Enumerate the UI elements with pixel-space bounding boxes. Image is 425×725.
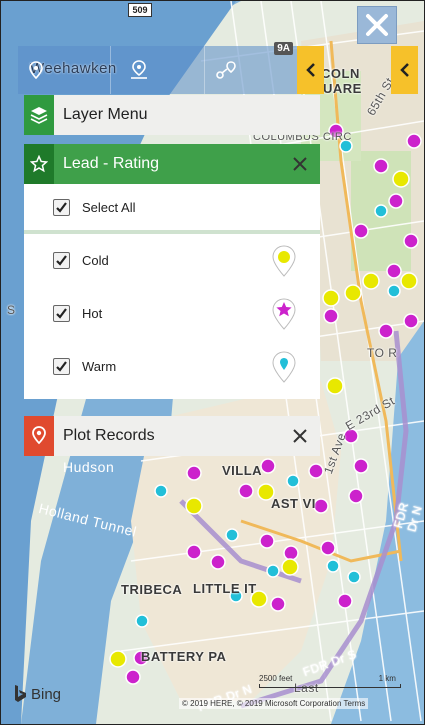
right-collapse-tab[interactable] — [391, 46, 418, 94]
route-icon — [216, 61, 236, 79]
map-label-uare: UARE — [323, 81, 362, 96]
layer-menu-header[interactable]: Layer Menu — [24, 95, 320, 135]
rating-row-warm[interactable]: Warm — [24, 340, 320, 393]
layers-icon — [24, 95, 54, 135]
route-shield-9a: 9A — [274, 42, 293, 55]
close-icon — [366, 14, 388, 36]
plot-pin-icon — [24, 416, 54, 456]
close-icon — [293, 157, 307, 171]
layer-menu-panel: Layer Menu — [24, 95, 320, 135]
lead-rating-body: Select All Cold Hot Warm — [24, 184, 320, 399]
location-pin-icon — [29, 61, 43, 79]
select-all-checkbox[interactable] — [53, 198, 70, 216]
map-label-hudson: Hudson — [63, 459, 115, 475]
map-attribution: © 2019 HERE, © 2019 Microsoft Corporatio… — [179, 698, 369, 709]
place-marker-icon — [131, 60, 148, 79]
tool-route-button[interactable]: 9A — [205, 42, 297, 94]
close-map-button[interactable] — [357, 6, 397, 44]
hot-label: Hot — [82, 306, 103, 321]
map-frame: BATTERY PA Hudson Holland Tunnel TRIBECA… — [0, 0, 425, 725]
lead-rating-panel: Lead - Rating Select All Cold Hot Warm — [24, 144, 320, 399]
tool-place-button[interactable] — [111, 46, 205, 94]
plot-records-title: Plot Records — [63, 427, 155, 444]
select-all-row[interactable]: Select All — [24, 184, 320, 234]
rating-row-cold[interactable]: Cold — [24, 234, 320, 287]
chevron-left-icon — [305, 63, 315, 77]
lead-rating-header: Lead - Rating — [24, 144, 320, 184]
bing-text: Bing — [31, 685, 62, 703]
hot-checkbox[interactable] — [53, 305, 70, 322]
map-label-east-village: AST VI — [271, 496, 316, 511]
cold-label: Cold — [82, 253, 109, 268]
map-label-battery-park: BATTERY PA — [141, 649, 227, 664]
scale-bar — [259, 684, 401, 688]
select-all-label: Select All — [82, 199, 136, 215]
map-label-coln: COLN — [321, 66, 360, 81]
map-toolbar: Weehawken 9A — [18, 42, 297, 94]
star-outline-icon — [24, 144, 54, 184]
rating-row-hot[interactable]: Hot — [24, 287, 320, 340]
map-route-shield: 509 — [128, 3, 152, 17]
map-label-villa: VILLA — [222, 463, 263, 478]
map-label-s-fragment: S — [7, 303, 16, 317]
lead-rating-close-button[interactable] — [280, 144, 320, 184]
plot-records-header[interactable]: Plot Records — [24, 416, 320, 456]
close-icon — [293, 429, 307, 443]
scale-km: 1 km — [378, 674, 396, 683]
warm-pin-icon — [272, 351, 296, 383]
check-icon — [56, 255, 67, 266]
chevron-left-icon — [399, 63, 409, 77]
plot-records-close-button[interactable] — [280, 416, 320, 456]
cold-pin-icon — [272, 245, 296, 277]
scale-feet: 2500 feet — [259, 674, 293, 683]
map-label-little-italy: LITTLE IT — [193, 581, 257, 596]
plot-records-panel: Plot Records — [24, 416, 320, 456]
map-scale: 2500 feet 1 km — [259, 674, 401, 688]
map-label-tribeca: TRIBECA — [121, 582, 183, 597]
check-icon — [56, 308, 67, 319]
layer-menu-title: Layer Menu — [63, 106, 148, 123]
warm-checkbox[interactable] — [53, 358, 70, 375]
warm-label: Warm — [82, 359, 117, 374]
bing-logo: Bing — [13, 684, 61, 704]
hot-pin-icon — [272, 298, 296, 330]
check-icon — [56, 361, 67, 372]
lead-rating-title: Lead - Rating — [63, 155, 160, 172]
bing-b-icon — [15, 685, 26, 702]
panel-collapse-tab[interactable] — [297, 46, 324, 94]
tool-location-button[interactable]: Weehawken — [18, 46, 116, 94]
check-icon — [56, 201, 67, 213]
map-label-tor: TO R — [367, 346, 398, 360]
cold-checkbox[interactable] — [53, 252, 70, 269]
